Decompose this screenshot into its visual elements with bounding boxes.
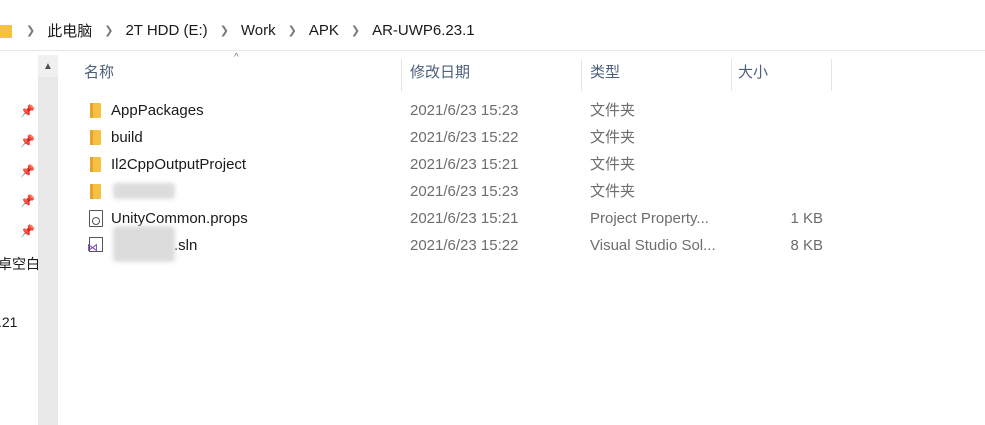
column-header-type[interactable]: 类型 — [590, 55, 620, 91]
chevron-right-icon[interactable]: ❯ — [220, 24, 229, 37]
folder-icon — [0, 22, 14, 38]
file-row[interactable]: build 2021/6/23 15:22 文件夹 — [58, 124, 985, 151]
file-date: 2021/6/23 15:21 — [410, 156, 519, 173]
file-date: 2021/6/23 15:23 — [410, 102, 519, 119]
column-header-date[interactable]: 修改日期 — [410, 55, 470, 91]
file-type: Visual Studio Sol... — [590, 237, 716, 254]
file-row[interactable]: UnityCommon.props 2021/6/23 15:21 Projec… — [58, 205, 985, 232]
column-divider[interactable] — [831, 59, 832, 91]
file-size: 1 KB — [790, 210, 823, 227]
breadcrumb-this-pc[interactable]: 此电脑 — [47, 20, 92, 41]
folder-icon — [88, 183, 104, 199]
file-date: 2021/6/23 15:22 — [410, 237, 519, 254]
scroll-up-arrow-icon[interactable]: ▲ — [38, 55, 58, 77]
breadcrumb-current-folder[interactable]: AR-UWP6.23.1 — [372, 22, 475, 39]
file-row[interactable]: 2021/6/23 15:23 文件夹 — [58, 178, 985, 205]
file-type: 文件夹 — [590, 156, 636, 173]
breadcrumb-drive-e[interactable]: 2T HDD (E:) — [125, 22, 207, 39]
file-type: 文件夹 — [590, 102, 636, 119]
nav-item-label[interactable]: 卓空白 — [0, 254, 38, 274]
column-divider[interactable] — [401, 59, 402, 91]
file-date: 2021/6/23 15:22 — [410, 129, 519, 146]
pin-icon[interactable]: 📌 — [20, 165, 35, 177]
file-size — [738, 124, 823, 151]
pin-icon[interactable]: 📌 — [20, 105, 35, 117]
file-size — [738, 97, 823, 124]
file-type: 文件夹 — [590, 129, 636, 146]
file-name[interactable]: .sln — [174, 232, 394, 259]
file-name[interactable] — [111, 178, 401, 205]
file-size: 8 KB — [790, 237, 823, 254]
pin-icon[interactable]: 📌 — [20, 135, 35, 147]
file-row[interactable]: AppPackages 2021/6/23 15:23 文件夹 — [58, 97, 985, 124]
pin-icon[interactable]: 📌 — [20, 225, 35, 237]
file-row[interactable]: .sln 2021/6/23 15:22 Visual Studio Sol..… — [58, 226, 985, 262]
file-row[interactable]: Il2CppOutputProject 2021/6/23 15:21 文件夹 — [58, 151, 985, 178]
file-date: 2021/6/23 15:23 — [410, 183, 519, 200]
breadcrumb: ❯ 此电脑 ❯ 2T HDD (E:) ❯ Work ❯ APK ❯ AR-UW… — [0, 10, 475, 50]
sort-ascending-icon: ^ — [234, 52, 239, 63]
visual-studio-solution-icon — [87, 237, 104, 254]
column-header-size[interactable]: 大小 — [738, 55, 768, 91]
chevron-right-icon[interactable]: ❯ — [104, 24, 113, 37]
file-type: 文件夹 — [590, 183, 636, 200]
file-name[interactable]: Il2CppOutputProject — [111, 151, 401, 178]
file-size — [738, 151, 823, 178]
chevron-right-icon[interactable]: ❯ — [288, 24, 297, 37]
folder-icon — [88, 129, 104, 145]
props-file-icon — [88, 210, 104, 227]
file-name[interactable]: AppPackages — [111, 97, 401, 124]
column-divider[interactable] — [731, 59, 732, 91]
chevron-right-icon[interactable]: ❯ — [26, 24, 35, 37]
breadcrumb-apk[interactable]: APK — [309, 22, 339, 39]
column-headers: ^ 名称 修改日期 类型 大小 — [58, 52, 985, 91]
breadcrumb-work[interactable]: Work — [241, 22, 276, 39]
pin-icon[interactable]: 📌 — [20, 195, 35, 207]
folder-icon — [88, 156, 104, 172]
nav-pane-scrollbar[interactable]: ▲ — [38, 55, 58, 425]
navigation-pane: 📌 📌 📌 📌 📌 卓空白 .21 — [0, 51, 38, 425]
column-divider[interactable] — [581, 59, 582, 91]
chevron-right-icon[interactable]: ❯ — [351, 24, 360, 37]
file-type: Project Property... — [590, 210, 709, 227]
address-bar[interactable]: ❯ 此电脑 ❯ 2T HDD (E:) ❯ Work ❯ APK ❯ AR-UW… — [0, 10, 985, 51]
folder-icon — [88, 102, 104, 118]
column-header-name[interactable]: 名称 — [84, 55, 114, 91]
nav-item-label[interactable]: .21 — [0, 314, 17, 330]
file-name[interactable]: build — [111, 124, 401, 151]
redacted-name-blur — [113, 226, 175, 262]
file-date: 2021/6/23 15:21 — [410, 210, 519, 227]
file-size — [738, 178, 823, 205]
